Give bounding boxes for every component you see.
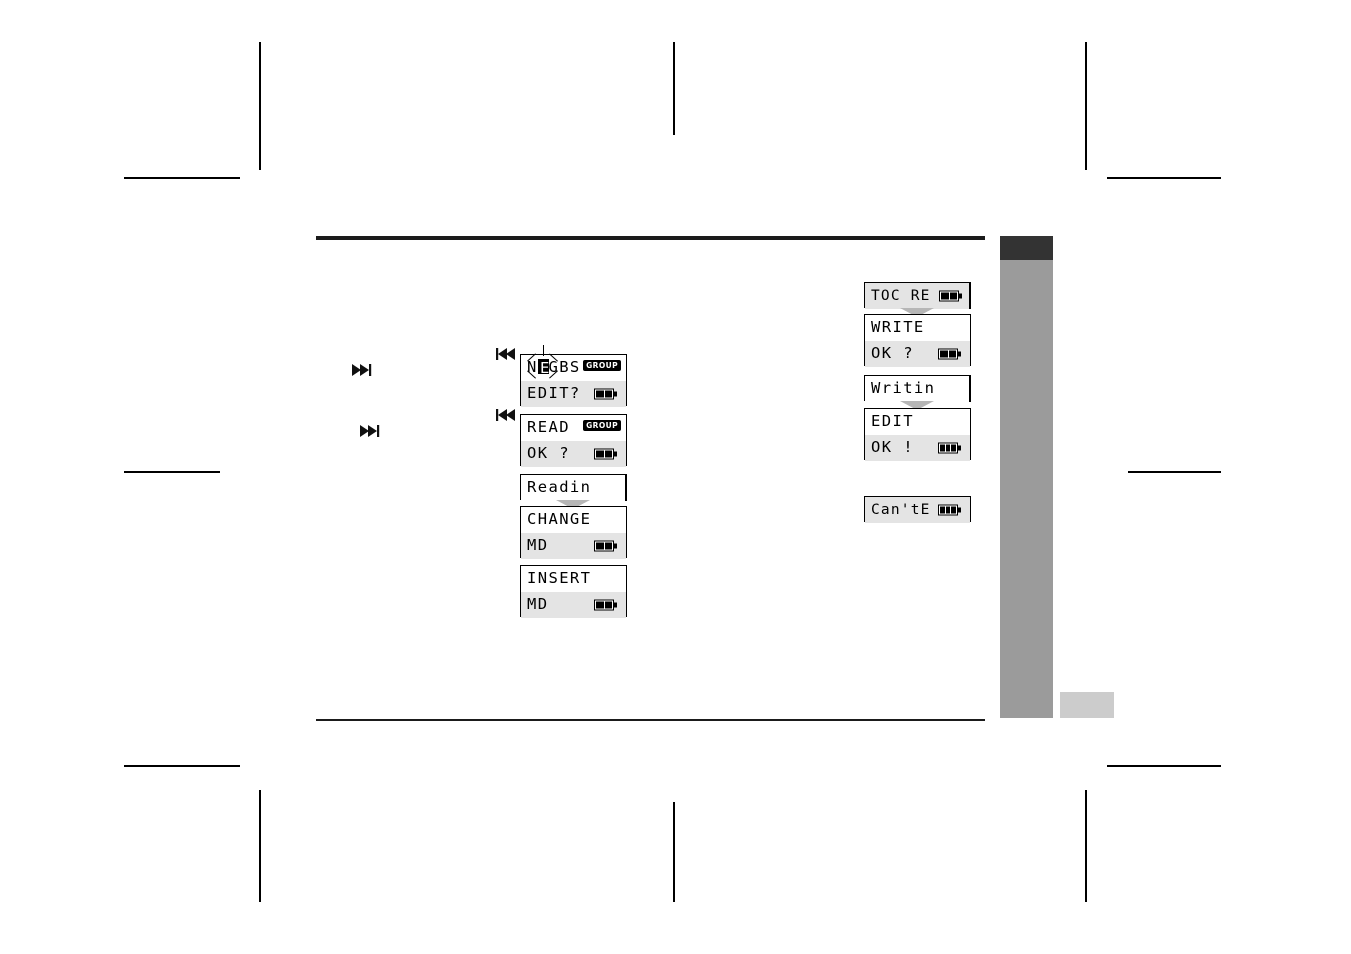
crop-mark-top-center-vertical bbox=[673, 42, 675, 135]
lcd-text: INSERT bbox=[527, 569, 592, 588]
lcd-edge-stub bbox=[969, 376, 971, 402]
lcd-text: MD bbox=[527, 595, 549, 614]
battery-icon bbox=[594, 388, 618, 400]
crop-mark-bottom-right-horizontal bbox=[1107, 765, 1221, 767]
lcd-row-bottom: OK ? bbox=[865, 341, 970, 367]
crop-mark-bottom-right-vertical bbox=[1085, 790, 1087, 902]
blink-ray bbox=[543, 345, 545, 356]
next-track-icon bbox=[352, 364, 374, 376]
lcd-text: OK ? bbox=[871, 344, 914, 363]
lcd-display-write-ok: WRITE OK ? bbox=[864, 314, 971, 367]
lcd-row-top: EDIT bbox=[865, 409, 970, 435]
lcd-text: CHANGE bbox=[527, 510, 592, 529]
battery-icon bbox=[938, 504, 962, 516]
lcd-text: READ bbox=[527, 418, 570, 437]
battery-icon bbox=[938, 442, 962, 454]
battery-icon bbox=[594, 599, 618, 611]
lcd-text: OK ? bbox=[527, 444, 570, 463]
section-tab-bar bbox=[1000, 260, 1053, 718]
lcd-display-reading: Readin bbox=[520, 474, 627, 501]
lcd-text: TOC RE bbox=[871, 287, 931, 304]
lcd-text: EDIT? bbox=[527, 384, 581, 403]
lcd-row-bottom: MD bbox=[521, 592, 626, 618]
lcd-row-top: Writin bbox=[865, 376, 971, 402]
lcd-display-toc-re: TOC RE bbox=[864, 282, 971, 309]
crop-mark-bottom-left-vertical bbox=[259, 790, 261, 902]
previous-track-icon bbox=[496, 348, 518, 360]
lcd-row-top: NEGBS GROUP bbox=[521, 355, 626, 381]
lcd-row-bottom: OK ! bbox=[865, 435, 970, 461]
group-badge: GROUP bbox=[583, 420, 621, 431]
lcd-row-bottom: EDIT? bbox=[521, 381, 626, 407]
lcd-display-cant-edit: Can'tE bbox=[864, 496, 971, 523]
lcd-display-negbs-edit: NEGBS GROUP EDIT? bbox=[520, 354, 627, 407]
previous-track-icon bbox=[496, 409, 518, 421]
section-tab-marker-dark bbox=[1000, 236, 1053, 260]
group-badge: GROUP bbox=[583, 360, 621, 371]
lcd-text: Writin bbox=[871, 379, 936, 398]
lcd-display-insert-md: INSERT MD bbox=[520, 565, 627, 618]
battery-icon bbox=[594, 448, 618, 460]
lcd-row-bottom: MD bbox=[521, 533, 626, 559]
page-header-rule bbox=[316, 236, 985, 240]
crop-mark-bottom-left-horizontal bbox=[124, 765, 240, 767]
crop-mark-top-left-vertical bbox=[259, 42, 261, 170]
page-footer-rule bbox=[316, 719, 985, 721]
lcd-row-top: CHANGE bbox=[521, 507, 626, 533]
lcd-display-writing: Writin bbox=[864, 375, 971, 402]
lcd-text: Readin bbox=[527, 478, 592, 497]
battery-icon bbox=[939, 290, 963, 302]
lcd-text: OK ! bbox=[871, 438, 914, 457]
lcd-text: EDIT bbox=[871, 412, 914, 431]
lcd-row-top: INSERT bbox=[521, 566, 626, 592]
lcd-edge-stub bbox=[969, 283, 971, 309]
battery-icon bbox=[938, 348, 962, 360]
lcd-display-change-md: CHANGE MD bbox=[520, 506, 627, 559]
crop-mark-bottom-center-vertical bbox=[673, 802, 675, 902]
blinking-character: E bbox=[540, 359, 550, 377]
lcd-display-read-ok: READ GROUP OK ? bbox=[520, 414, 627, 467]
lcd-row-bottom: OK ? bbox=[521, 441, 626, 467]
next-track-icon bbox=[360, 425, 382, 437]
lcd-text: WRITE bbox=[871, 318, 925, 337]
crop-mark-mid-left-horizontal bbox=[124, 471, 220, 473]
lcd-row-top: TOC RE bbox=[865, 283, 971, 309]
lcd-text: Can'tE bbox=[871, 501, 931, 518]
lcd-row-top: READ GROUP bbox=[521, 415, 626, 441]
lcd-edge-stub bbox=[625, 475, 627, 501]
lcd-row-top: Can'tE bbox=[865, 497, 970, 523]
lcd-display-edit-ok: EDIT OK ! bbox=[864, 408, 971, 461]
crop-mark-top-right-horizontal bbox=[1107, 177, 1221, 179]
lcd-row-top: WRITE bbox=[865, 315, 970, 341]
manual-page: NEGBS GROUP EDIT? E READ GROUP OK ? Read… bbox=[0, 0, 1351, 954]
battery-icon bbox=[594, 540, 618, 552]
lcd-row-top: Readin bbox=[521, 475, 627, 501]
crop-mark-top-left-horizontal bbox=[124, 177, 240, 179]
lcd-text: MD bbox=[527, 536, 549, 555]
page-number-box bbox=[1060, 692, 1114, 718]
crop-mark-top-right-vertical bbox=[1085, 42, 1087, 170]
crop-mark-mid-right-horizontal bbox=[1128, 471, 1221, 473]
